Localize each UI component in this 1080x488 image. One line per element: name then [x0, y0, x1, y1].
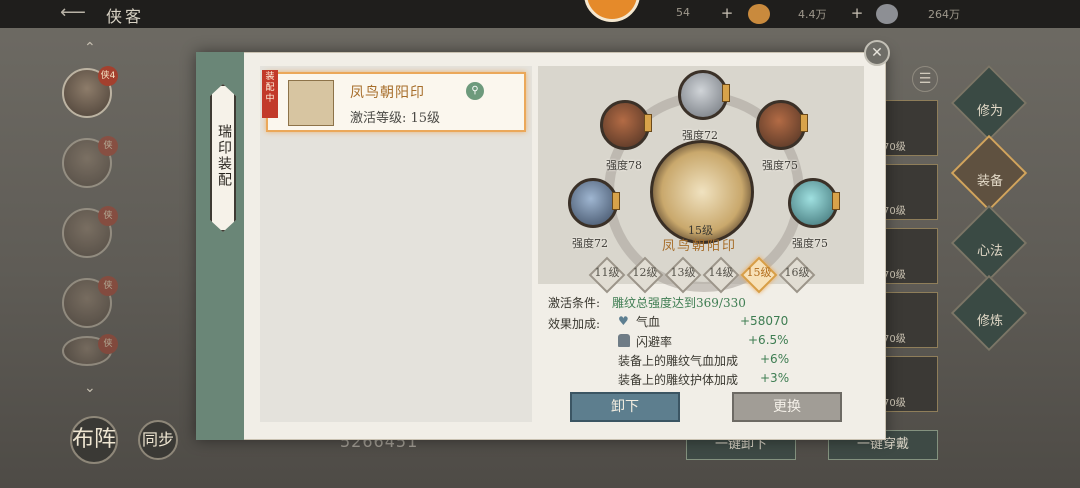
- effect-value: +6.5%: [748, 333, 789, 347]
- equipment-slot[interactable]: 70级: [880, 292, 938, 348]
- emblem-icon[interactable]: [584, 0, 640, 22]
- level-tick-icon: [722, 84, 730, 102]
- bracer-slot-icon[interactable]: [678, 70, 728, 120]
- hero-badge: 侠: [98, 276, 118, 296]
- center-seal-name: 凤鸟朝阳印: [662, 239, 738, 254]
- equipment-level: 70级: [883, 398, 906, 409]
- dodge-icon: [618, 334, 630, 347]
- level-chip-label: 12级: [632, 266, 658, 279]
- seal-level: 激活等级: 15级: [350, 111, 441, 126]
- sync-button[interactable]: 同步: [138, 420, 178, 460]
- weapon-slot-icon[interactable]: [568, 178, 618, 228]
- hero-badge: 侠: [98, 334, 118, 354]
- hero-list: ⌃ 侠4 侠 侠 侠 侠 ⌄: [56, 40, 136, 396]
- tab-label: 心法: [976, 244, 1003, 259]
- slot-strength: 强度75: [792, 237, 828, 250]
- equipment-slot[interactable]: 70级: [880, 228, 938, 284]
- level-chip-label: 11级: [594, 266, 620, 279]
- level-chip-label: 13级: [670, 266, 696, 279]
- effect-value: +3%: [760, 371, 790, 385]
- effect-name: 气血: [636, 315, 661, 329]
- back-arrow-icon[interactable]: ⟵: [60, 4, 100, 24]
- equipment-slot[interactable]: 70级: [880, 164, 938, 220]
- equipment-level: 70级: [883, 206, 906, 217]
- side-tab-label: 瑞印装配: [216, 124, 232, 188]
- level-chip-label: 16级: [784, 266, 810, 279]
- equipment-level: 70级: [883, 334, 906, 345]
- close-icon[interactable]: ✕: [864, 40, 890, 66]
- slot-strength: 强度72: [572, 237, 608, 250]
- heart-icon: ♥: [618, 314, 629, 328]
- equipment-level: 70级: [883, 270, 906, 281]
- equipment-slot[interactable]: 70级: [880, 100, 938, 156]
- effect-name: 装备上的雕纹护体加成: [618, 373, 739, 387]
- resource-3-value: 264万: [928, 8, 960, 21]
- level-tick-icon: [644, 114, 652, 132]
- activation-value: 雕纹总强度达到369/330: [612, 296, 746, 310]
- bracelet-slot-icon[interactable]: [788, 178, 838, 228]
- effect-value: +6%: [760, 352, 790, 366]
- tab-label: 修为: [976, 104, 1003, 119]
- chevron-up-icon[interactable]: ⌃: [84, 40, 96, 56]
- seal-name: 凤鸟朝阳印: [350, 85, 425, 101]
- phoenix-seal-icon: [288, 80, 334, 126]
- hero-avatar[interactable]: 侠4: [62, 66, 118, 118]
- hero-badge: 侠4: [98, 66, 118, 86]
- effect-label: 效果加成:: [548, 317, 601, 331]
- effect-value: +58070: [740, 314, 789, 328]
- level-tick-icon: [612, 192, 620, 210]
- replace-button[interactable]: 更换: [732, 392, 842, 422]
- tab-label: 装备: [976, 174, 1003, 189]
- hero-avatar[interactable]: 侠: [62, 276, 118, 328]
- ingot-icon: [748, 4, 770, 24]
- top-bar: ⟵ 侠客 54 + 4.4万 + 264万: [0, 0, 1080, 28]
- equipped-tag: 装配中: [262, 70, 278, 118]
- level-chip-label: 15级: [746, 266, 772, 279]
- effect-name: 装备上的雕纹气血加成: [618, 354, 739, 368]
- plus-icon[interactable]: +: [718, 4, 736, 22]
- level-tick-icon: [800, 114, 808, 132]
- coin-icon: [876, 4, 898, 24]
- menu-icon[interactable]: ☰: [912, 66, 938, 92]
- armor-slot-icon[interactable]: [600, 100, 650, 150]
- slot-strength: 强度78: [606, 159, 642, 172]
- resource-2-value: 4.4万: [798, 8, 827, 21]
- hero-badge: 侠: [98, 136, 118, 156]
- plus-icon[interactable]: +: [848, 4, 866, 22]
- level-chip-label: 14级: [708, 266, 734, 279]
- magnify-icon[interactable]: ⚲: [466, 82, 484, 100]
- unequip-button[interactable]: 卸下: [570, 392, 680, 422]
- resource-1-value: 54: [676, 6, 690, 19]
- equipment-slot[interactable]: 70级: [880, 356, 938, 412]
- hero-avatar[interactable]: 侠: [62, 334, 118, 366]
- hero-avatar[interactable]: 侠: [62, 136, 118, 188]
- effect-name: 闪避率: [636, 335, 673, 349]
- right-tab-bar: 修为 装备 心法 修炼: [950, 64, 1028, 370]
- hero-avatar[interactable]: 侠: [62, 206, 118, 258]
- page-title: 侠客: [106, 7, 145, 26]
- formation-button[interactable]: 布阵: [70, 416, 118, 464]
- chevron-down-icon[interactable]: ⌄: [84, 380, 96, 396]
- hero-badge: 侠: [98, 206, 118, 226]
- level-tick-icon: [832, 192, 840, 210]
- tab-label: 修炼: [976, 314, 1003, 329]
- boots-slot-icon[interactable]: [756, 100, 806, 150]
- equipment-level: 70级: [883, 142, 906, 153]
- slot-strength: 强度75: [762, 159, 798, 172]
- activation-label: 激活条件:: [548, 296, 601, 310]
